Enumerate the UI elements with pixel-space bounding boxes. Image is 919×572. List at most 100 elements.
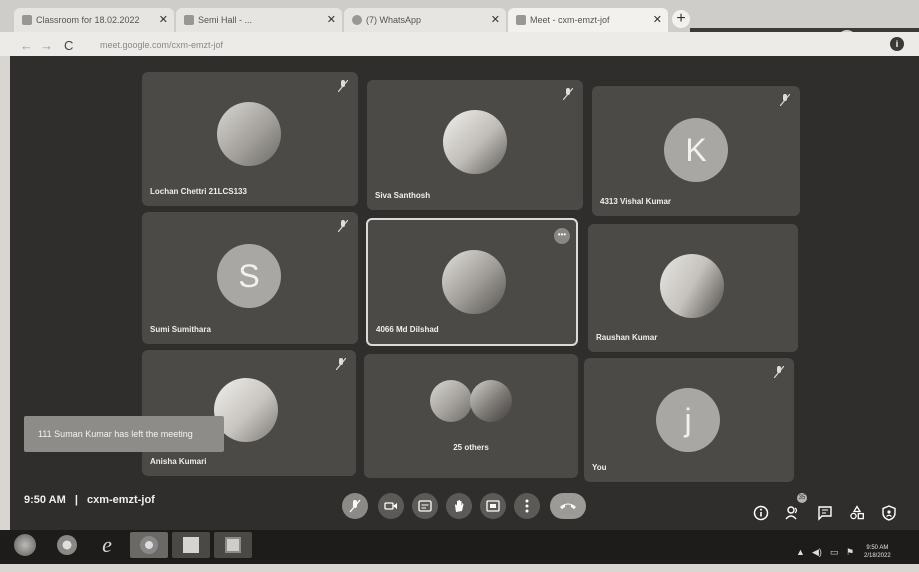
- internet-explorer-icon: e: [102, 532, 112, 557]
- start-button[interactable]: [10, 532, 40, 558]
- people-button[interactable]: [784, 504, 802, 522]
- close-icon[interactable]: ✕: [327, 13, 336, 26]
- participant-tile-selected[interactable]: ••• 4066 Md Dilshad: [366, 218, 578, 346]
- participant-name: Lochan Chettri 21LCS133: [150, 187, 247, 196]
- url-input[interactable]: meet.google.com/cxm-emzt-jof: [100, 40, 223, 50]
- browser-tab[interactable]: Semi Hall - ... ✕: [176, 8, 342, 32]
- participant-name: Anisha Kumari: [150, 457, 207, 466]
- back-button[interactable]: ←: [20, 38, 33, 53]
- captions-button[interactable]: [412, 493, 438, 519]
- whatsapp-favicon-icon: [352, 15, 362, 25]
- windows-logo-icon: [14, 534, 36, 556]
- taskbar-chrome-button[interactable]: [52, 532, 82, 558]
- raise-hand-icon: [455, 500, 464, 512]
- extension-icon[interactable]: i: [890, 37, 904, 51]
- present-screen-icon: [486, 500, 500, 512]
- chrome-icon: [57, 535, 77, 555]
- mic-off-icon: [336, 358, 346, 370]
- participant-avatar: [442, 250, 506, 314]
- taskbar-ie-button[interactable]: e: [92, 532, 122, 558]
- browser-tab-label: Meet - cxm-emzt-jof: [530, 15, 610, 25]
- avatar-letter: K: [685, 132, 707, 168]
- people-icon: [785, 506, 798, 520]
- tab-favicon-icon: [184, 15, 194, 25]
- network-icon[interactable]: ▭: [830, 547, 839, 558]
- close-icon[interactable]: ✕: [159, 13, 168, 26]
- participant-name: 4313 Vishal Kumar: [600, 197, 672, 206]
- reload-button[interactable]: C: [64, 38, 73, 53]
- participant-tile-others[interactable]: 25 others: [364, 354, 578, 478]
- participant-tile[interactable]: S Sumi Sumithara: [142, 212, 358, 344]
- close-icon[interactable]: ✕: [491, 13, 500, 26]
- participant-avatar: [470, 380, 512, 422]
- flag-icon[interactable]: ⚑: [846, 547, 854, 558]
- camera-toggle-button[interactable]: [378, 493, 404, 519]
- toast-message: 111 Suman Kumar has left the meeting: [38, 429, 193, 439]
- raise-hand-button[interactable]: [446, 493, 472, 519]
- tray-expand-icon[interactable]: ▲: [796, 547, 805, 557]
- participant-name: Raushan Kumar: [596, 333, 658, 342]
- others-count-label: 25 others: [453, 443, 489, 452]
- participant-tile-self[interactable]: j You: [584, 358, 794, 482]
- participant-name: Siva Santhosh: [375, 191, 431, 200]
- more-options-menu-button[interactable]: [514, 493, 540, 519]
- people-count-badge: 35: [797, 493, 807, 503]
- mic-off-icon: [774, 366, 784, 378]
- mic-off-icon: [563, 88, 573, 100]
- left-meeting-toast: 111 Suman Kumar has left the meeting: [24, 416, 224, 452]
- taskbar-active-window-button[interactable]: [130, 532, 168, 558]
- avatar-letter: j: [684, 402, 692, 438]
- classroom-favicon-icon: [22, 15, 32, 25]
- captions-icon: [418, 500, 432, 512]
- mic-off-icon: [338, 80, 348, 92]
- browser-tab[interactable]: (7) WhatsApp ✕: [344, 8, 506, 32]
- participant-avatar: K: [664, 118, 728, 182]
- new-tab-button[interactable]: +: [672, 10, 690, 28]
- mic-off-icon: [780, 94, 790, 106]
- chat-button[interactable]: [816, 504, 834, 522]
- participant-avatar: [217, 102, 281, 166]
- paint-icon: [225, 537, 241, 553]
- participant-tile[interactable]: Siva Santhosh: [367, 80, 583, 210]
- avatar-letter: S: [238, 258, 260, 294]
- browser-tab-active[interactable]: Meet - cxm-emzt-jof ✕: [508, 8, 668, 32]
- present-screen-button[interactable]: [480, 493, 506, 519]
- leave-call-button[interactable]: [550, 493, 586, 519]
- meeting-details-button[interactable]: [752, 504, 770, 522]
- participant-avatar: [660, 254, 724, 318]
- hang-up-icon: [560, 503, 576, 509]
- document-icon: [183, 537, 199, 553]
- mic-toggle-button[interactable]: [342, 493, 368, 519]
- chrome-icon: [140, 536, 158, 554]
- meeting-info-separator: |: [74, 494, 78, 506]
- meeting-code: cxm-emzt-jof: [86, 494, 155, 506]
- taskbar-clock[interactable]: 9:50 AM 2/18/2022: [864, 544, 891, 560]
- activities-button[interactable]: [848, 504, 866, 522]
- close-icon[interactable]: ✕: [653, 13, 662, 26]
- taskbar-paint-button[interactable]: [214, 532, 252, 558]
- browser-tab-label: Semi Hall - ...: [198, 15, 253, 25]
- mic-off-icon: [338, 220, 348, 232]
- browser-tab-label: (7) WhatsApp: [366, 15, 422, 25]
- forward-button[interactable]: →: [40, 38, 53, 53]
- mic-off-icon: [349, 499, 361, 513]
- activities-shapes-icon: [850, 505, 864, 520]
- browser-tab[interactable]: Classroom for 18.02.2022 ✕: [14, 8, 174, 32]
- shield-lock-icon: [882, 505, 896, 521]
- more-vertical-icon: [525, 499, 529, 513]
- host-controls-button[interactable]: [880, 504, 898, 522]
- participant-tile[interactable]: Lochan Chettri 21LCS133: [142, 72, 358, 206]
- participant-tile[interactable]: K 4313 Vishal Kumar: [592, 86, 800, 216]
- participant-tile[interactable]: Raushan Kumar: [588, 224, 798, 352]
- participant-tile[interactable]: Anisha Kumari: [142, 350, 356, 476]
- meet-favicon-icon: [516, 15, 526, 25]
- clock-time: 9:50 AM: [866, 545, 889, 551]
- taskbar-word-button[interactable]: [172, 532, 210, 558]
- participant-avatar: S: [217, 244, 281, 308]
- more-options-button[interactable]: •••: [554, 228, 570, 244]
- video-camera-icon: [384, 502, 397, 510]
- photo-border: [0, 564, 919, 572]
- participant-avatar: j: [656, 388, 720, 452]
- participant-avatar: [443, 110, 507, 174]
- volume-icon[interactable]: ◀): [812, 547, 822, 558]
